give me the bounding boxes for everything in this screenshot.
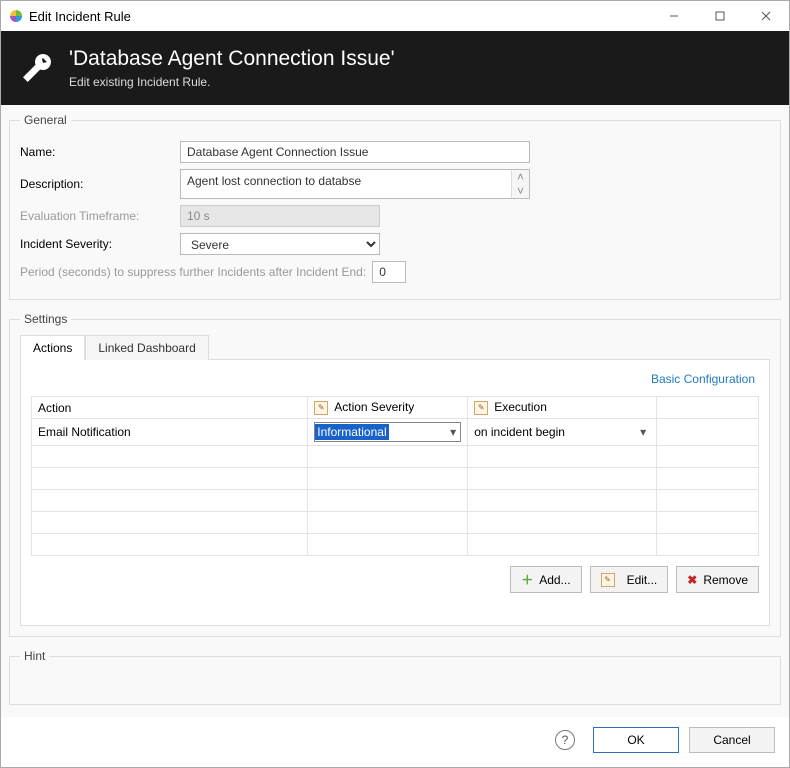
actions-panel: Basic Configuration Action ✎Action Sever… [20,359,770,626]
remove-button[interactable]: ✖Remove [676,566,759,593]
edit-button[interactable]: ✎Edit... [590,566,669,593]
dialog-body: General Name: Description: Agent lost co… [1,105,789,717]
suppress-period-input [372,261,406,283]
edit-incident-rule-window: Edit Incident Rule 'Database Agent Conne… [0,0,790,768]
basic-configuration-link[interactable]: Basic Configuration [31,370,759,396]
header-title: 'Database Agent Connection Issue' [69,47,395,71]
window-title: Edit Incident Rule [29,9,651,24]
close-button[interactable] [743,1,789,31]
edit-icon: ✎ [601,573,615,587]
general-group: General Name: Description: Agent lost co… [9,113,781,300]
settings-legend: Settings [20,312,71,326]
execution-column-icon: ✎ [474,401,488,415]
evaluation-timeframe-label: Evaluation Timeframe: [20,209,180,223]
tab-linked-dashboard[interactable]: Linked Dashboard [85,335,208,360]
cell-empty [657,419,759,446]
wrench-icon [19,50,55,86]
remove-icon: ✖ [687,573,697,587]
hint-legend: Hint [20,649,49,663]
cell-execution[interactable]: on incident begin ▾ [468,419,657,446]
add-button[interactable]: ＋Add... [510,566,581,593]
suppress-period-label: Period (seconds) to suppress further Inc… [20,265,366,279]
tab-actions[interactable]: Actions [20,335,85,360]
col-spacer [657,397,759,419]
col-action-severity[interactable]: ✎Action Severity [308,397,468,419]
maximize-button[interactable] [697,1,743,31]
general-legend: General [20,113,71,127]
actions-button-row: ＋Add... ✎Edit... ✖Remove [31,566,759,593]
cancel-button[interactable]: Cancel [689,727,775,753]
description-field[interactable]: Agent lost connection to databse ˄˅ [180,169,530,199]
col-action[interactable]: Action [32,397,308,419]
cell-action-severity[interactable]: Informational ▾ [308,419,468,446]
description-textarea[interactable]: Agent lost connection to databse [181,170,511,198]
settings-group: Settings Actions Linked Dashboard Basic … [9,312,781,637]
evaluation-timeframe-value: 10 s [187,209,210,223]
description-label: Description: [20,177,180,191]
titlebar: Edit Incident Rule [1,1,789,31]
minimize-button[interactable] [651,1,697,31]
description-scrollbar[interactable]: ˄˅ [511,170,529,198]
chevron-down-icon[interactable]: ▾ [446,425,460,439]
evaluation-timeframe-select: 10 s [180,205,380,227]
header-subtitle: Edit existing Incident Rule. [69,75,395,89]
hint-group: Hint [9,649,781,705]
chevron-down-icon[interactable]: ▾ [636,425,650,439]
cell-action-name[interactable]: Email Notification [32,419,308,446]
settings-tabs: Actions Linked Dashboard [20,334,770,359]
ok-button[interactable]: OK [593,727,679,753]
help-icon[interactable]: ? [555,730,575,750]
incident-severity-label: Incident Severity: [20,237,180,251]
col-execution[interactable]: ✎Execution [468,397,657,419]
severity-column-icon: ✎ [314,401,328,415]
app-logo-icon [9,9,23,23]
dialog-header: 'Database Agent Connection Issue' Edit e… [1,31,789,105]
dialog-footer: ? OK Cancel [1,717,789,767]
actions-table: Action ✎Action Severity ✎Execution Email… [31,396,759,556]
table-row[interactable]: Email Notification Informational ▾ [32,419,759,446]
action-severity-value: Informational [315,424,388,440]
plus-icon: ＋ [521,571,533,588]
name-label: Name: [20,145,180,159]
incident-severity-select[interactable]: Severe [180,233,380,255]
name-input[interactable] [180,141,530,163]
execution-value: on incident begin [474,425,565,439]
